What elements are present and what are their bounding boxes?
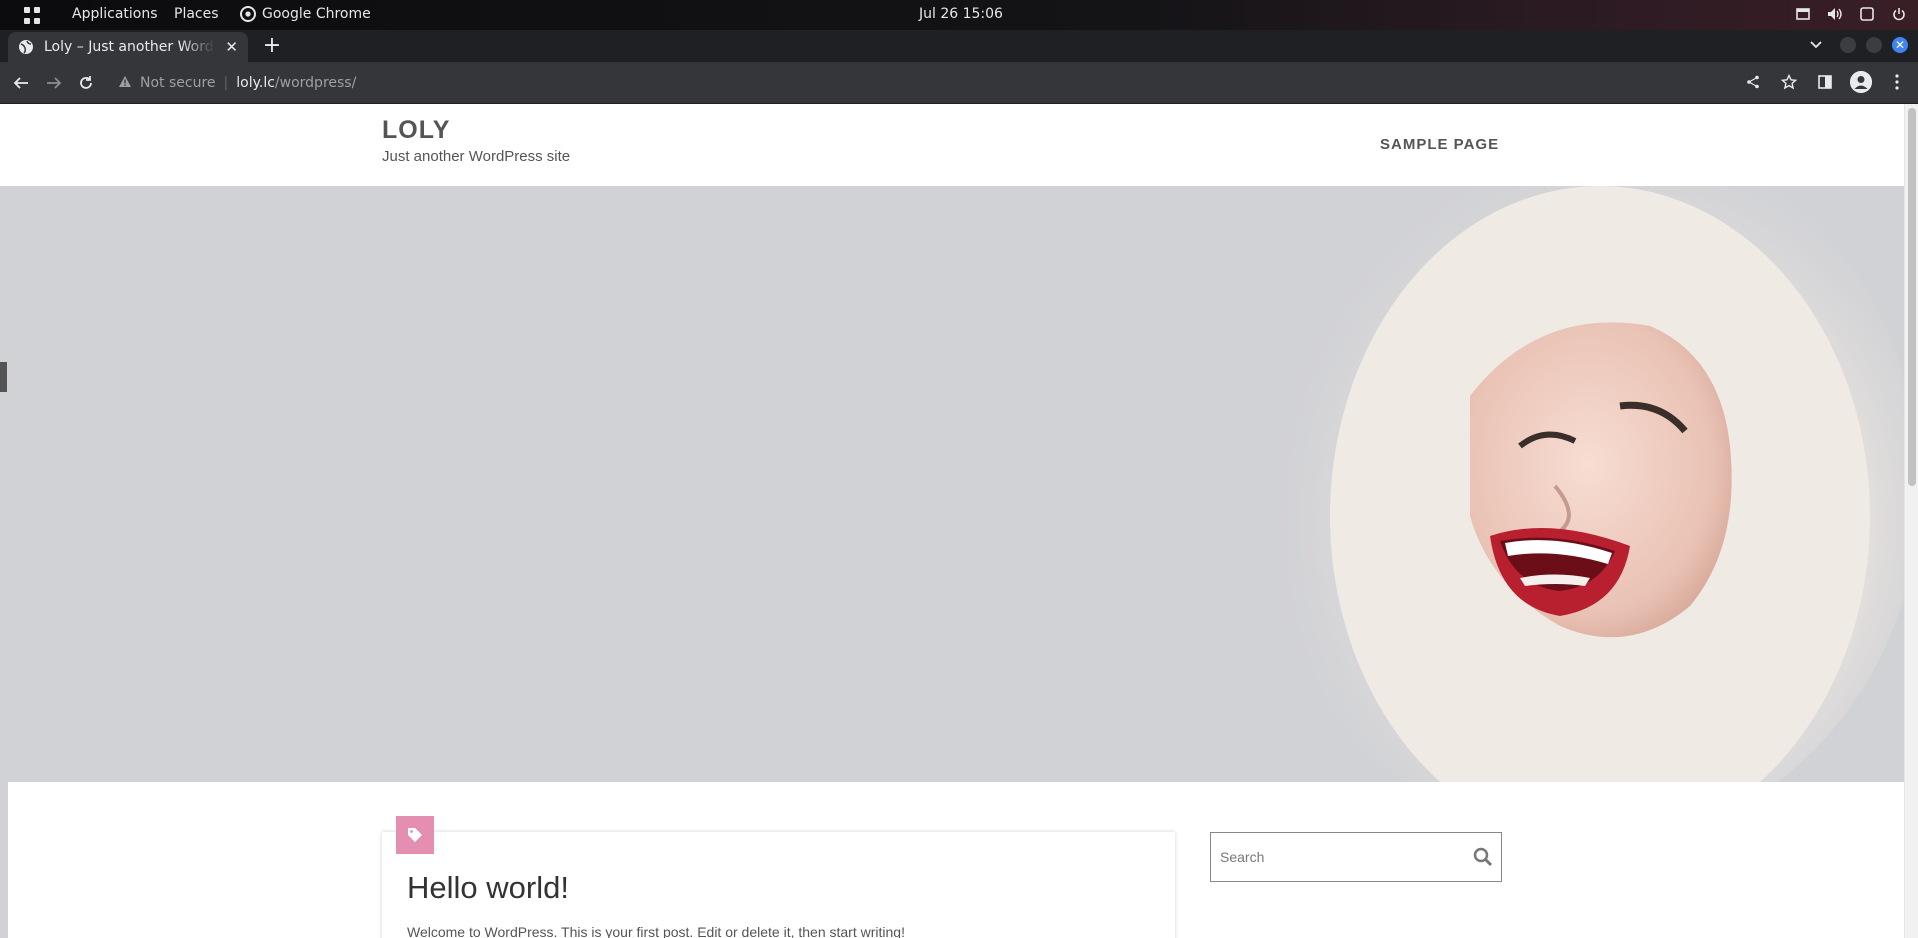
site-title[interactable]: LOLY xyxy=(382,116,450,145)
volume-icon[interactable] xyxy=(1826,5,1844,23)
laughing-woman-photo xyxy=(0,186,1904,782)
applications-menu[interactable]: Applications xyxy=(72,6,158,22)
tab-active[interactable]: Loly – Just another WordPress site ✕ xyxy=(8,32,248,62)
search-input[interactable] xyxy=(1211,833,1465,881)
tab-strip: Loly – Just another WordPress site ✕ + ✕ xyxy=(0,30,1918,62)
left-edge-panel xyxy=(0,186,8,938)
applications-label: Applications xyxy=(72,6,158,22)
page-scrollbar[interactable] xyxy=(1904,104,1918,938)
clock[interactable]: Jul 26 15:06 xyxy=(919,6,1003,22)
window-icon[interactable] xyxy=(1794,5,1812,23)
post-title[interactable]: Hello world! xyxy=(407,870,569,906)
security-label: Not secure xyxy=(140,75,216,91)
site-description: Just another WordPress site xyxy=(382,148,571,165)
system-top-bar: Applications Places Google Chrome Jul 26… xyxy=(0,0,1918,30)
side-panel-icon[interactable] xyxy=(1814,71,1836,93)
maximize-button[interactable] xyxy=(1866,37,1882,53)
share-icon[interactable] xyxy=(1742,71,1764,93)
close-window-button[interactable]: ✕ xyxy=(1892,37,1908,53)
left-edge-handle[interactable] xyxy=(0,362,7,392)
header-image xyxy=(0,186,1904,782)
bookmark-star-icon[interactable] xyxy=(1778,71,1800,93)
profile-avatar-icon[interactable] xyxy=(1850,71,1872,93)
warning-icon[interactable] xyxy=(118,75,132,92)
arrow-left-icon xyxy=(13,77,28,89)
chrome-icon xyxy=(240,6,256,22)
forward-button[interactable] xyxy=(42,71,66,95)
back-button[interactable] xyxy=(9,71,33,95)
tab-title: Loly – Just another WordPress site xyxy=(44,39,215,55)
globe-icon xyxy=(19,40,33,54)
system-tray xyxy=(1794,5,1908,23)
apps-grid-icon[interactable] xyxy=(24,7,41,24)
places-menu[interactable]: Places xyxy=(174,6,219,22)
search-icon xyxy=(1473,847,1493,867)
new-tab-button[interactable]: + xyxy=(260,35,284,59)
reload-button[interactable] xyxy=(74,71,98,95)
network-icon[interactable] xyxy=(1858,5,1876,23)
clock-label: Jul 26 15:06 xyxy=(919,6,1003,22)
search-widget xyxy=(1210,832,1502,882)
minimize-button[interactable] xyxy=(1840,37,1856,53)
places-label: Places xyxy=(174,6,219,22)
toolbar-actions xyxy=(1742,71,1908,93)
reload-icon xyxy=(80,76,92,89)
url-path: /wordpress/ xyxy=(274,75,357,91)
tag-icon xyxy=(408,828,422,842)
address-bar[interactable]: Not secure | loly.lc/wordpress/ xyxy=(108,68,1778,98)
active-app-label: Google Chrome xyxy=(262,6,371,22)
tab-close-icon[interactable]: ✕ xyxy=(225,38,238,56)
post-excerpt: Welcome to WordPress. This is your first… xyxy=(407,924,905,938)
power-icon[interactable] xyxy=(1890,5,1908,23)
browser-toolbar: Not secure | loly.lc/wordpress/ xyxy=(0,62,1918,104)
url-host: loly.lc xyxy=(236,75,275,91)
address-separator: | xyxy=(223,75,229,91)
url-text: loly.lc/wordpress/ xyxy=(236,75,356,91)
active-app-menu[interactable]: Google Chrome xyxy=(240,6,371,22)
search-button[interactable] xyxy=(1465,833,1501,881)
post-tag-badge xyxy=(396,816,434,854)
tab-search-chevron-down-icon[interactable] xyxy=(1810,37,1822,53)
site-header: LOLY Just another WordPress site SAMPLE … xyxy=(0,104,1904,186)
scrollbar-thumb[interactable] xyxy=(1908,108,1916,486)
window-controls: ✕ xyxy=(1810,37,1908,53)
web-page: LOLY Just another WordPress site SAMPLE … xyxy=(0,104,1918,938)
more-menu-icon[interactable] xyxy=(1886,71,1908,93)
arrow-right-icon xyxy=(47,77,62,89)
nav-sample-page[interactable]: SAMPLE PAGE xyxy=(1380,136,1499,153)
